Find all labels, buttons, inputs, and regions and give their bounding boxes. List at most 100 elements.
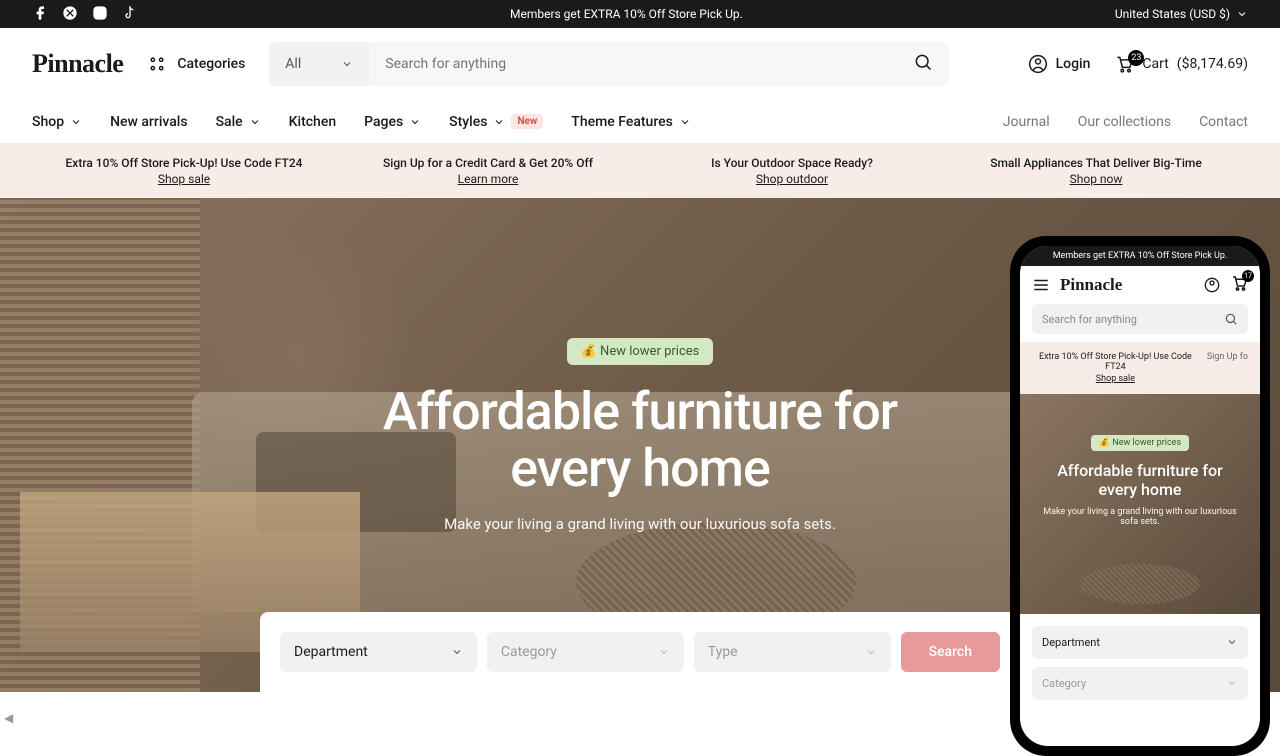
chevron-down-icon xyxy=(1226,636,1238,648)
nav-item-our-collections[interactable]: Our collections xyxy=(1078,114,1171,130)
cart-button[interactable]: 23 Cart ($8,174.69) xyxy=(1114,54,1248,74)
cart-total: ($8,174.69) xyxy=(1177,56,1248,72)
chevron-down-icon xyxy=(249,116,261,128)
main-nav: Shop New arrivals Sale Kitchen Pages Styles Ne… xyxy=(0,100,1280,144)
phone-promo-link[interactable]: Shop sale xyxy=(1032,374,1199,384)
search-button[interactable] xyxy=(897,42,949,86)
chevron-down-icon xyxy=(1226,677,1238,689)
promo-link[interactable]: Shop now xyxy=(944,172,1248,186)
nav-right: Journal Our collections Contact xyxy=(1003,114,1248,130)
nav-item-sale[interactable]: Sale xyxy=(216,114,261,130)
phone-hero-sub: Make your living a grand living with our… xyxy=(1020,507,1260,527)
nav-item-new-arrivals[interactable]: New arrivals xyxy=(110,114,187,130)
x-icon[interactable] xyxy=(62,5,78,24)
login-button[interactable]: Login xyxy=(1028,54,1091,74)
phone-search[interactable]: Search for anything xyxy=(1032,304,1248,334)
search-icon xyxy=(913,52,933,72)
hero-pill: 💰 New lower prices xyxy=(567,338,714,365)
nav-item-pages[interactable]: Pages xyxy=(364,114,421,130)
nav-label: Shop xyxy=(32,114,64,130)
chevron-down-icon xyxy=(1236,8,1248,20)
logo[interactable]: Pinnacle xyxy=(32,49,123,79)
instagram-icon[interactable] xyxy=(92,5,108,24)
phone-finder-dept-label: Department xyxy=(1042,636,1100,649)
nav-item-contact[interactable]: Contact xyxy=(1199,114,1248,130)
nav-left: Shop New arrivals Sale Kitchen Pages Styles Ne… xyxy=(32,114,691,130)
phone-hero-pill: 💰 New lower prices xyxy=(1091,435,1189,451)
promo-title: Is Your Outdoor Space Ready? xyxy=(640,156,944,170)
menu-icon[interactable] xyxy=(1032,276,1050,294)
tiktok-icon[interactable] xyxy=(122,5,138,24)
phone-topbar: Members get EXTRA 10% Off Store Pick Up. xyxy=(1020,246,1260,266)
promo-title: Small Appliances That Deliver Big-Time xyxy=(944,156,1248,170)
phone-promo-side: Sign Up fo xyxy=(1207,352,1248,362)
hero-title-line1: Affordable furniture for xyxy=(383,381,897,442)
login-label: Login xyxy=(1056,56,1091,72)
top-bar-message: Members get EXTRA 10% Off Store Pick Up. xyxy=(138,7,1115,21)
chevron-down-icon xyxy=(451,646,463,658)
nav-label: New arrivals xyxy=(110,114,187,130)
chevron-down-icon xyxy=(341,58,353,70)
categories-label: Categories xyxy=(177,56,245,72)
search-category-select[interactable]: All xyxy=(269,42,369,86)
nav-label: Sale xyxy=(216,114,243,130)
search-icon xyxy=(1224,312,1238,326)
top-bar: Members get EXTRA 10% Off Store Pick Up.… xyxy=(0,0,1280,28)
promo-item: Extra 10% Off Store Pick-Up! Use Code FT… xyxy=(32,156,336,186)
chevron-down-icon xyxy=(493,116,505,128)
phone-cart[interactable]: 17 xyxy=(1230,274,1248,296)
product-finder: Department Category Type Search xyxy=(260,612,1020,692)
phone-screen: Members get EXTRA 10% Off Store Pick Up.… xyxy=(1020,246,1260,746)
categories-button[interactable]: Categories xyxy=(147,54,245,74)
finder-type-label: Type xyxy=(708,644,738,660)
facebook-icon[interactable] xyxy=(32,5,48,24)
nav-item-styles[interactable]: Styles New xyxy=(449,114,543,130)
finder-category-select[interactable]: Category xyxy=(487,632,684,672)
finder-department-select[interactable]: Department xyxy=(280,632,477,672)
nav-label: Pages xyxy=(364,114,403,130)
promo-item: Is Your Outdoor Space Ready? Shop outdoor xyxy=(640,156,944,186)
user-icon[interactable] xyxy=(1204,277,1220,293)
phone-finder-category[interactable]: Category xyxy=(1032,667,1248,700)
promo-link[interactable]: Shop outdoor xyxy=(640,172,944,186)
search-select-value: All xyxy=(285,56,301,72)
hero-title-line2: every home xyxy=(510,438,770,499)
promo-title: Sign Up for a Credit Card & Get 20% Off xyxy=(336,156,640,170)
search-input[interactable] xyxy=(369,42,897,86)
promo-link[interactable]: Learn more xyxy=(336,172,640,186)
social-icons xyxy=(32,5,138,24)
promo-link[interactable]: Shop sale xyxy=(32,172,336,186)
cart-label: Cart xyxy=(1142,56,1168,72)
nav-item-theme-features[interactable]: Theme Features xyxy=(571,114,691,130)
header-right: Login 23 Cart ($8,174.69) xyxy=(1028,54,1248,74)
phone-finder-cat-label: Category xyxy=(1042,677,1086,690)
locale-selector[interactable]: United States (USD $) xyxy=(1115,7,1248,21)
phone-mockup: Members get EXTRA 10% Off Store Pick Up.… xyxy=(1010,236,1270,756)
nav-badge: New xyxy=(511,114,543,129)
header: Pinnacle Categories All Login 23 Cart ($… xyxy=(0,28,1280,100)
phone-hero: 💰 New lower prices Affordable furniture … xyxy=(1020,394,1260,614)
nav-label: Theme Features xyxy=(571,114,673,130)
finder-search-button[interactable]: Search xyxy=(901,632,1000,672)
promo-strip: Extra 10% Off Store Pick-Up! Use Code FT… xyxy=(0,144,1280,198)
nav-label: Styles xyxy=(449,114,487,130)
search-bar: All xyxy=(269,42,949,86)
phone-search-placeholder: Search for anything xyxy=(1042,313,1137,326)
nav-item-kitchen[interactable]: Kitchen xyxy=(289,114,336,130)
chevron-down-icon xyxy=(409,116,421,128)
finder-type-select[interactable]: Type xyxy=(694,632,891,672)
phone-logo[interactable]: Pinnacle xyxy=(1060,275,1194,295)
phone-finder-department[interactable]: Department xyxy=(1032,626,1248,659)
promo-title: Extra 10% Off Store Pick-Up! Use Code FT… xyxy=(32,156,336,170)
phone-finder: Department Category xyxy=(1020,614,1260,720)
promo-item: Sign Up for a Credit Card & Get 20% Off L… xyxy=(336,156,640,186)
back-arrow-icon[interactable]: ◀ xyxy=(4,711,13,725)
grid-icon xyxy=(147,54,167,74)
user-icon xyxy=(1028,54,1048,74)
nav-item-journal[interactable]: Journal xyxy=(1003,114,1050,130)
chevron-down-icon xyxy=(679,116,691,128)
finder-category-label: Category xyxy=(501,644,557,660)
phone-header: Pinnacle 17 xyxy=(1020,266,1260,304)
nav-item-shop[interactable]: Shop xyxy=(32,114,82,130)
phone-promo: Extra 10% Off Store Pick-Up! Use Code FT… xyxy=(1020,342,1260,394)
